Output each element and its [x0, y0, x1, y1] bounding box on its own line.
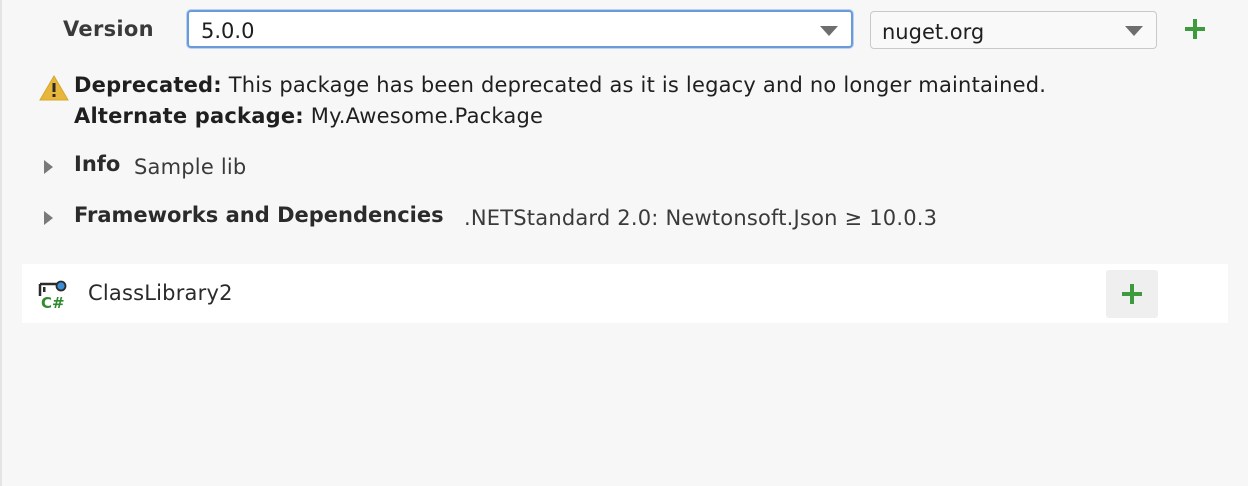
svg-text:C#: C#	[41, 294, 65, 310]
plus-icon	[1185, 19, 1205, 39]
expand-arrow-icon	[44, 160, 53, 174]
deprecated-label: Deprecated:	[74, 73, 222, 97]
project-name: ClassLibrary2	[88, 281, 233, 305]
alternate-package: Alternate package: My.Awesome.Package	[74, 104, 543, 128]
frameworks-section-toggle[interactable]: Frameworks and Dependencies .NETStandard…	[40, 203, 1020, 233]
alternate-package-label: Alternate package:	[74, 104, 304, 128]
add-to-project-button[interactable]	[1106, 270, 1158, 318]
expand-arrow-icon	[44, 211, 53, 225]
package-source-value: nuget.org	[882, 20, 985, 44]
panel-left-border	[0, 0, 2, 486]
deprecation-message: Deprecated: This package has been deprec…	[74, 73, 1046, 97]
info-title: Info	[74, 152, 121, 176]
frameworks-title: Frameworks and Dependencies	[74, 203, 444, 227]
csharp-project-icon: C#	[38, 280, 68, 312]
add-package-button[interactable]	[1180, 14, 1210, 44]
chevron-down-icon	[1125, 26, 1143, 36]
package-source-dropdown[interactable]: nuget.org	[870, 11, 1157, 49]
frameworks-value: .NETStandard 2.0: Newtonsoft.Json ≥ 10.0…	[464, 206, 938, 230]
plus-icon	[1122, 284, 1142, 304]
chevron-down-icon	[820, 26, 838, 36]
alternate-package-value: My.Awesome.Package	[310, 104, 544, 128]
version-label: Version	[63, 17, 154, 41]
info-value: Sample lib	[134, 155, 247, 179]
project-row[interactable]: C# ClassLibrary2	[22, 264, 1228, 323]
warning-icon	[39, 75, 69, 101]
version-dropdown[interactable]: 5.0.0	[187, 10, 853, 48]
info-section-toggle[interactable]: Info Sample lib	[40, 152, 280, 182]
deprecated-text: This package has been deprecated as it i…	[228, 73, 1047, 97]
version-dropdown-value: 5.0.0	[201, 19, 255, 43]
